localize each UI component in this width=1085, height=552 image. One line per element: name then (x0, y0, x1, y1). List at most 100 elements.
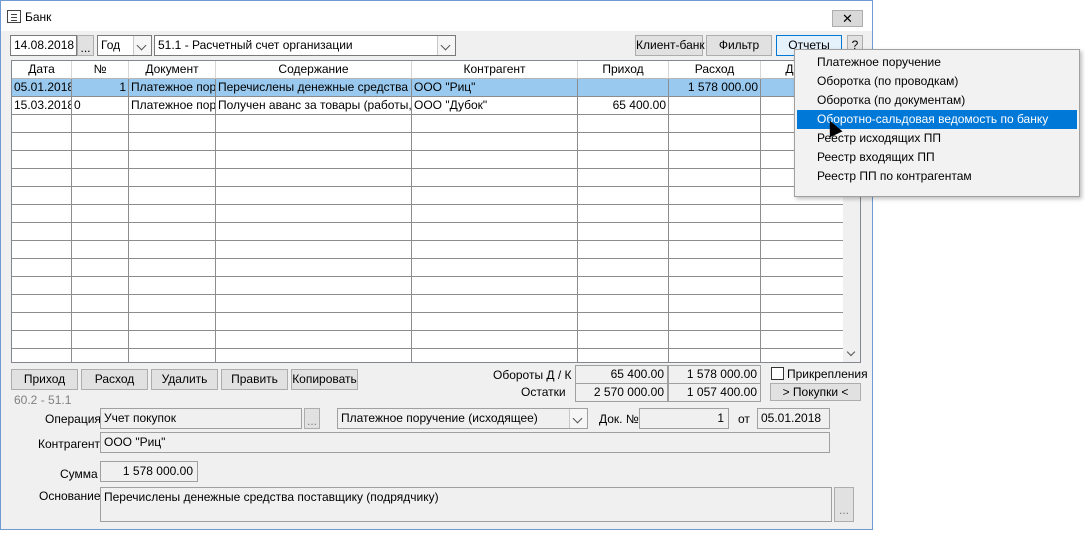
menu-item-turnover-by-entries[interactable]: Оборотка (по проводкам) (797, 72, 1077, 91)
empty-table-row[interactable] (12, 295, 844, 313)
empty-cell (72, 295, 129, 313)
empty-cell (129, 133, 216, 151)
sum-field[interactable]: 1 578 000.00 (100, 461, 198, 482)
empty-table-row[interactable] (12, 205, 844, 223)
empty-cell (72, 241, 129, 259)
empty-cell (129, 313, 216, 331)
basis-field[interactable]: Перечислены денежные средства поставщику… (100, 487, 832, 522)
copy-button[interactable]: Копировать (291, 369, 358, 390)
book-icon (7, 10, 21, 23)
empty-cell (578, 205, 669, 223)
empty-table-row[interactable] (12, 241, 844, 259)
empty-cell (216, 223, 412, 241)
cell-income (578, 79, 669, 97)
empty-table-row[interactable] (12, 223, 844, 241)
empty-cell (669, 205, 761, 223)
empty-cell (129, 295, 216, 313)
chevron-down-icon[interactable] (133, 36, 151, 55)
column-header-date[interactable]: Дата (12, 61, 72, 79)
empty-cell (216, 277, 412, 295)
empty-table-row[interactable] (12, 169, 844, 187)
empty-cell (216, 115, 412, 133)
delete-button[interactable]: Удалить (151, 369, 218, 390)
basis-select-button[interactable]: ... (834, 487, 854, 522)
doc-type-select[interactable]: Платежное поручение (исходящее) (337, 408, 588, 429)
doc-number-field[interactable]: 1 (639, 408, 729, 429)
counterparty-label: Контрагент (38, 437, 101, 451)
date-picker-button[interactable]: ... (77, 35, 94, 56)
turnover-debit: 65 400.00 (575, 365, 668, 384)
column-header-document[interactable]: Документ (129, 61, 216, 79)
empty-cell (412, 259, 578, 277)
empty-cell (129, 151, 216, 169)
empty-cell (216, 331, 412, 349)
empty-cell (761, 223, 844, 241)
empty-cell (129, 187, 216, 205)
doc-date-field[interactable]: 05.01.2018 (757, 408, 830, 429)
empty-cell (216, 313, 412, 331)
empty-cell (761, 259, 844, 277)
doc-type-value: Платежное поручение (исходящее) (341, 411, 538, 425)
empty-cell (578, 295, 669, 313)
empty-cell (761, 205, 844, 223)
empty-cell (669, 295, 761, 313)
empty-cell (412, 241, 578, 259)
bank-window: Банк ✕ 14.08.2018 ... Год 51.1 - Расчетн… (0, 0, 873, 530)
empty-table-row[interactable] (12, 331, 844, 349)
column-header-number[interactable]: № (72, 61, 129, 79)
empty-cell (72, 349, 129, 362)
empty-table-row[interactable] (12, 349, 844, 362)
menu-item-counterparty-registry[interactable]: Реестр ПП по контрагентам (797, 167, 1077, 186)
attachments-checkbox[interactable] (771, 367, 784, 380)
doc-number-label: Док. № (599, 412, 639, 426)
menu-item-payment-order[interactable]: Платежное поручение (797, 53, 1077, 72)
sum-label: Сумма (60, 467, 98, 481)
empty-cell (669, 259, 761, 277)
purchases-button[interactable]: > Покупки < (770, 383, 861, 401)
empty-table-row[interactable] (12, 259, 844, 277)
chevron-down-icon[interactable] (437, 36, 455, 55)
empty-table-row[interactable] (12, 187, 844, 205)
close-button[interactable]: ✕ (832, 10, 863, 27)
date-field[interactable]: 14.08.2018 (10, 35, 77, 56)
transactions-grid[interactable]: Дата № Документ Содержание Контрагент Пр… (11, 60, 861, 363)
empty-cell (72, 151, 129, 169)
counterparty-field[interactable]: ООО "Риц" (100, 432, 830, 453)
empty-table-row[interactable] (12, 115, 844, 133)
empty-cell (72, 115, 129, 133)
column-header-expense[interactable]: Расход (669, 61, 761, 79)
table-row[interactable]: 05.01.2018 1 Платежное пору Перечислены … (12, 79, 844, 97)
account-select[interactable]: 51.1 - Расчетный счет организации (154, 35, 456, 56)
basis-label: Основание (39, 489, 101, 503)
cell-date: 15.03.2018 (12, 97, 72, 115)
account-value: 51.1 - Расчетный счет организации (158, 38, 353, 52)
empty-table-row[interactable] (12, 277, 844, 295)
empty-table-row[interactable] (12, 313, 844, 331)
filter-button[interactable]: Фильтр (706, 35, 772, 56)
empty-cell (216, 349, 412, 362)
operation-field[interactable]: Учет покупок (100, 408, 302, 429)
empty-table-row[interactable] (12, 133, 844, 151)
empty-cell (129, 205, 216, 223)
chevron-down-icon[interactable] (569, 409, 587, 428)
cell-content: Получен аванс за товары (работы, ус (216, 97, 412, 115)
empty-cell (72, 277, 129, 295)
menu-item-incoming-registry[interactable]: Реестр входящих ПП (797, 148, 1077, 167)
menu-item-turnover-by-documents[interactable]: Оборотка (по документам) (797, 91, 1077, 110)
column-header-counterparty[interactable]: Контрагент (412, 61, 578, 79)
column-header-income[interactable]: Приход (578, 61, 669, 79)
operation-select-button[interactable]: ... (304, 408, 320, 429)
empty-cell (578, 151, 669, 169)
column-header-content[interactable]: Содержание (216, 61, 412, 79)
empty-cell (669, 133, 761, 151)
edit-button[interactable]: Править (221, 369, 288, 390)
period-select[interactable]: Год (97, 35, 152, 56)
expense-button[interactable]: Расход (81, 369, 148, 390)
empty-cell (129, 259, 216, 277)
client-bank-button[interactable]: Клиент-банк (635, 35, 705, 56)
income-button[interactable]: Приход (11, 369, 78, 390)
empty-table-row[interactable] (12, 151, 844, 169)
empty-cell (669, 151, 761, 169)
table-row[interactable]: 15.03.2018 0 Платежное пору Получен аван… (12, 97, 844, 115)
empty-cell (412, 349, 578, 362)
